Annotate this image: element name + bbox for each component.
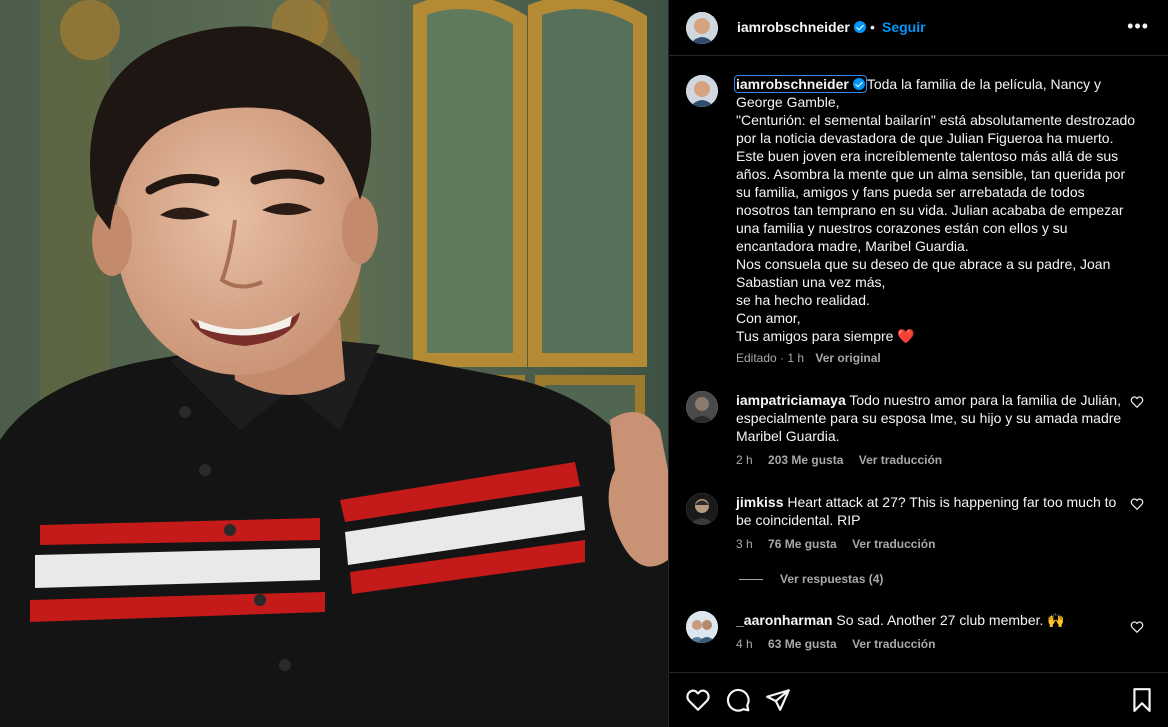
bookmark-icon[interactable] — [1129, 687, 1155, 713]
caption-avatar[interactable] — [686, 75, 718, 107]
comment-text: _aaronharman So sad. Another 27 club mem… — [736, 611, 1131, 629]
translate-link[interactable]: Ver traducción — [859, 453, 942, 467]
caption-edited: Editado · 1 h — [736, 351, 805, 365]
author-avatar[interactable] — [686, 12, 718, 44]
separator-dot: • — [870, 19, 875, 35]
commenter-username[interactable]: _aaronharman — [736, 612, 832, 628]
commenter-avatar-image — [686, 493, 718, 525]
comment-meta: 3 h 76 Me gusta Ver traducción — [736, 537, 935, 551]
comment-meta: 2 h 203 Me gusta Ver traducción — [736, 453, 942, 467]
heart-icon[interactable] — [685, 687, 711, 713]
replies-divider — [739, 579, 763, 580]
send-icon[interactable] — [765, 687, 791, 713]
commenter-username[interactable]: iampatriciamaya — [736, 392, 846, 408]
commenter-username[interactable]: jimkiss — [736, 494, 783, 510]
caption-meta: Editado · 1 h Ver original — [736, 351, 881, 365]
view-replies-button[interactable]: Ver respuestas (4) — [780, 572, 883, 586]
comment-body: So sad. Another 27 club member. 🙌 — [836, 612, 1065, 628]
translate-link[interactable]: Ver traducción — [852, 637, 935, 651]
caption-body: Toda la familia de la película, Nancy y … — [736, 76, 1136, 344]
author-username-text[interactable]: iamrobschneider — [737, 19, 850, 35]
comment-icon[interactable] — [725, 687, 751, 713]
comment-time: 4 h — [736, 637, 753, 651]
comment-time: 2 h — [736, 453, 753, 467]
comment-meta: 4 h 63 Me gusta Ver traducción — [736, 637, 935, 651]
post-image — [0, 0, 668, 727]
caption-username-text[interactable]: iamrobschneider — [736, 76, 849, 92]
comment-text: iampatriciamaya Todo nuestro amor para l… — [736, 391, 1131, 445]
action-bar — [669, 672, 1168, 727]
author-username[interactable]: iamrobschneider — [737, 19, 866, 35]
commenter-avatar[interactable] — [686, 391, 718, 423]
post-panel: iamrobschneider • Seguir ••• iamrobschne… — [668, 0, 1168, 727]
comment-body: Heart attack at 27? This is happening fa… — [736, 494, 1117, 528]
more-horizontal-icon[interactable]: ••• — [1127, 16, 1149, 37]
heart-icon[interactable] — [1130, 620, 1144, 634]
follow-button[interactable]: Seguir — [882, 19, 926, 35]
see-original-link[interactable]: Ver original — [815, 351, 880, 365]
heart-icon[interactable] — [1130, 497, 1144, 511]
post-photo[interactable] — [0, 0, 668, 727]
post-header: iamrobschneider • Seguir ••• — [669, 0, 1168, 56]
comment-likes[interactable]: 76 Me gusta — [768, 537, 837, 551]
commenter-avatar[interactable] — [686, 611, 718, 643]
comment-likes[interactable]: 63 Me gusta — [768, 637, 837, 651]
comment-likes[interactable]: 203 Me gusta — [768, 453, 843, 467]
comments-section[interactable]: iamrobschneider Toda la familia de la pel… — [669, 57, 1168, 672]
verified-badge-icon — [853, 21, 866, 33]
verified-badge-icon — [852, 78, 865, 90]
caption-avatar-image — [686, 75, 718, 107]
comment-time: 3 h — [736, 537, 753, 551]
comment-text: jimkiss Heart attack at 27? This is happ… — [736, 493, 1131, 529]
commenter-avatar[interactable] — [686, 493, 718, 525]
caption-text: iamrobschneider Toda la familia de la pel… — [734, 75, 1141, 345]
commenter-avatar-image — [686, 611, 718, 643]
author-avatar-image — [686, 12, 718, 44]
heart-icon[interactable] — [1130, 395, 1144, 409]
commenter-avatar-image — [686, 391, 718, 423]
translate-link[interactable]: Ver traducción — [852, 537, 935, 551]
caption-username[interactable]: iamrobschneider — [734, 75, 867, 93]
